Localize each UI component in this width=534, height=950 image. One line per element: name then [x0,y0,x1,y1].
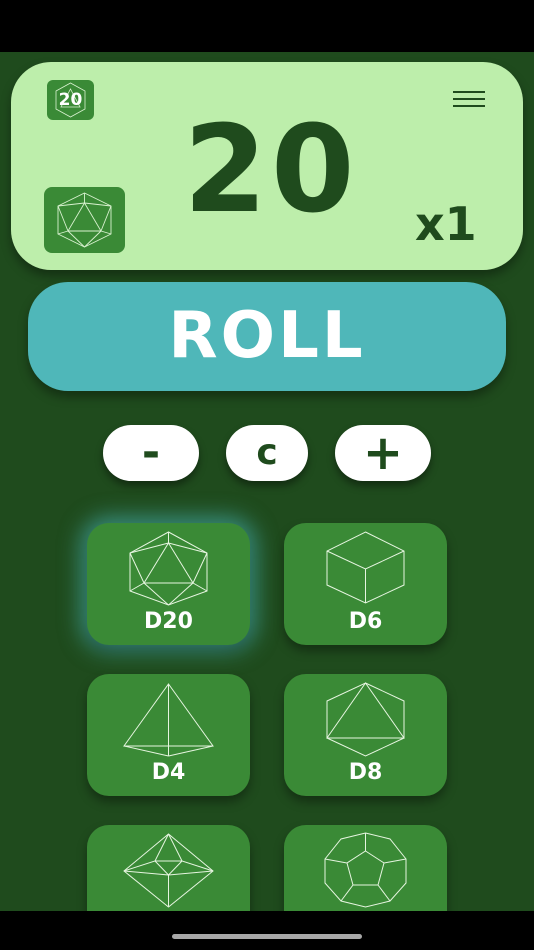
dice-count-multiplier: x1 [415,197,477,251]
die-button-d4[interactable]: D4 [87,674,250,796]
roll-result-value: 20 [183,101,359,240]
die-button-d20[interactable]: D20 [87,523,250,645]
die-label: D20 [144,609,193,634]
result-display-panel: 20 20 x1 [11,62,523,270]
clear-button[interactable]: c [226,425,308,481]
decrease-count-button[interactable]: - [103,425,199,481]
die-label: D6 [348,609,383,634]
home-indicator[interactable] [172,934,362,939]
bottom-bar [0,911,534,950]
die-button-d6[interactable]: D6 [284,523,447,645]
d20-badge-icon: 20 [47,80,94,120]
menu-icon[interactable] [453,91,485,111]
increase-count-button[interactable]: + [335,425,431,481]
die-label: D8 [348,760,383,785]
roll-button[interactable]: ROLL [28,282,506,391]
status-bar [0,0,534,52]
badge-label: 20 [58,90,83,110]
die-label: D4 [151,760,186,785]
selected-die-thumbnail[interactable] [44,187,125,253]
die-button-d8[interactable]: D8 [284,674,447,796]
d20-thumb-icon [57,192,112,248]
